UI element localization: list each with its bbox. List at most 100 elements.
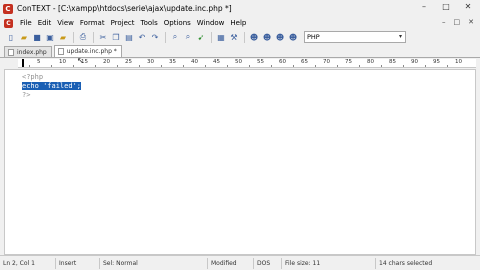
language-select-value: PHP <box>307 33 320 41</box>
copy-icon[interactable]: ❐ <box>110 31 122 43</box>
ruler-tick <box>227 65 228 67</box>
ruler-tick <box>117 65 118 67</box>
menu-view[interactable]: View <box>54 19 77 27</box>
toolbar: ▯ ▰ ■ ▣ ▰ ⎙ ✂ ❐ ▤ ↶ ↷ ⌕ ⌕ ➹ ▦ ⚒ ☻ ☻ ☻ ☻ … <box>0 29 480 45</box>
code-area[interactable]: <?php echo 'failed'; ?> <box>22 73 82 100</box>
close-file-icon[interactable]: ▰ <box>57 31 69 43</box>
ruler-tick-label: 40 <box>191 59 198 65</box>
doc-minimize-button[interactable]: – <box>442 18 446 26</box>
ruler-tick <box>95 65 96 67</box>
ruler-tick-label: 90 <box>411 59 418 65</box>
insert-mode: Insert <box>56 257 100 269</box>
ruler-tick <box>315 65 316 67</box>
window-controls: – □ ✕ <box>418 2 474 12</box>
ruler-tick-label: 35 <box>169 59 176 65</box>
maximize-button[interactable]: □ <box>440 2 452 12</box>
ruler-tick-label: 85 <box>389 59 396 65</box>
code-line: <?php <box>22 73 81 82</box>
print-icon[interactable]: ⎙ <box>77 31 89 43</box>
ruler-tick-label: 25 <box>125 59 132 65</box>
new-file-icon[interactable]: ▯ <box>5 31 17 43</box>
file-icon <box>8 48 14 56</box>
paste-icon[interactable]: ▤ <box>123 31 135 43</box>
ruler-tick-label: 50 <box>235 59 242 65</box>
doc-restore-button[interactable]: □ <box>454 18 461 26</box>
tools-icon[interactable]: ▦ <box>215 31 227 43</box>
mouse-pointer-icon: ↖ <box>77 56 84 65</box>
ruler-tick-label: 75 <box>345 59 352 65</box>
document-menu-icon[interactable]: C <box>4 18 13 28</box>
ruler-tick-label: 10 <box>455 59 462 65</box>
ruler-tick <box>381 65 382 67</box>
doc-close-button[interactable]: ✕ <box>468 18 474 26</box>
save-all-icon[interactable]: ▣ <box>44 31 56 43</box>
save-icon[interactable]: ■ <box>31 31 43 43</box>
toolbar-separator <box>73 31 74 43</box>
tab-index-php[interactable]: index.php <box>4 46 52 57</box>
cut-icon[interactable]: ✂ <box>97 31 109 43</box>
ruler-tick-label: 60 <box>279 59 286 65</box>
code-line: ?> <box>22 91 81 100</box>
ruler-tick-label: 80 <box>367 59 374 65</box>
modified-status: Modified <box>208 257 254 269</box>
ruler-tick <box>293 65 294 67</box>
app-icon: C <box>3 3 13 14</box>
code-line-text: <?php <box>22 73 44 81</box>
ruler-tick <box>29 65 30 67</box>
menu-edit[interactable]: Edit <box>35 19 55 27</box>
file-icon <box>57 48 64 55</box>
ruler-cursor-marker <box>22 59 24 67</box>
code-editor[interactable]: <?php echo 'failed'; ?> <box>4 69 476 255</box>
open-folder-icon[interactable]: ▰ <box>18 31 30 43</box>
user-1-icon[interactable]: ☻ <box>248 31 260 43</box>
title-bar: C ConTEXT - [C:\xampp\htdocs\serie\ajax\… <box>0 0 480 17</box>
menu-bar: C File Edit View Format Project Tools Op… <box>0 17 480 29</box>
menu-tools[interactable]: Tools <box>138 19 161 27</box>
tab-update-inc-php[interactable]: update.inc.php * <box>53 45 122 57</box>
find-icon[interactable]: ⌕ <box>169 31 181 43</box>
language-select[interactable]: PHP ▾ <box>304 31 406 43</box>
tab-label: update.inc.php * <box>66 48 117 55</box>
ruler-tick <box>183 65 184 67</box>
ruler-tick-label: 30 <box>147 59 154 65</box>
redo-icon[interactable]: ↷ <box>149 31 161 43</box>
ruler-tick-label: 45 <box>213 59 220 65</box>
column-ruler: 5 10 15 20 25 30 35 40 45 50 55 60 65 70 75 80 85 90 95 10 <box>18 59 476 68</box>
selection-mode: Sel: Normal <box>100 257 208 269</box>
chevron-down-icon: ▾ <box>398 33 402 40</box>
minimize-button[interactable]: – <box>418 2 430 12</box>
menu-project[interactable]: Project <box>108 19 138 27</box>
menu-help[interactable]: Help <box>227 19 249 27</box>
user-2-icon[interactable]: ☻ <box>261 31 273 43</box>
selection-info: 14 chars selected <box>379 259 433 267</box>
editor-gutter <box>5 70 19 254</box>
find-next-icon[interactable]: ➹ <box>195 31 207 43</box>
close-button[interactable]: ✕ <box>462 2 474 12</box>
window-title: ConTEXT - [C:\xampp\htdocs\serie\ajax\up… <box>17 4 232 13</box>
menu-window[interactable]: Window <box>194 19 228 27</box>
ruler-tick <box>73 65 74 67</box>
replace-icon[interactable]: ⌕ <box>182 31 194 43</box>
toolbar-separator <box>165 31 166 43</box>
line-endings: DOS <box>254 257 282 269</box>
menu-format[interactable]: Format <box>77 19 108 27</box>
ruler-tick <box>359 65 360 67</box>
ruler-tick-label: 20 <box>103 59 110 65</box>
user-3-icon[interactable]: ☻ <box>274 31 286 43</box>
ruler-tick-label: 10 <box>59 59 66 65</box>
menu-options[interactable]: Options <box>161 19 194 27</box>
document-window-controls: – □ ✕ <box>442 18 474 26</box>
ruler-tick <box>139 65 140 67</box>
code-line-text: ?> <box>22 91 31 99</box>
ruler-tick <box>249 65 250 67</box>
menu-file[interactable]: File <box>17 19 35 27</box>
user-4-icon[interactable]: ☻ <box>287 31 299 43</box>
cursor-position: Ln 2, Col 1 <box>0 257 56 269</box>
undo-icon[interactable]: ↶ <box>136 31 148 43</box>
toolbar-separator <box>211 31 212 43</box>
ruler-tick-label: 55 <box>257 59 264 65</box>
ruler-tick-label: 65 <box>301 59 308 65</box>
ruler-tick-label: 95 <box>433 59 440 65</box>
wrench-icon[interactable]: ⚒ <box>228 31 240 43</box>
ruler-tick-label: 70 <box>323 59 330 65</box>
